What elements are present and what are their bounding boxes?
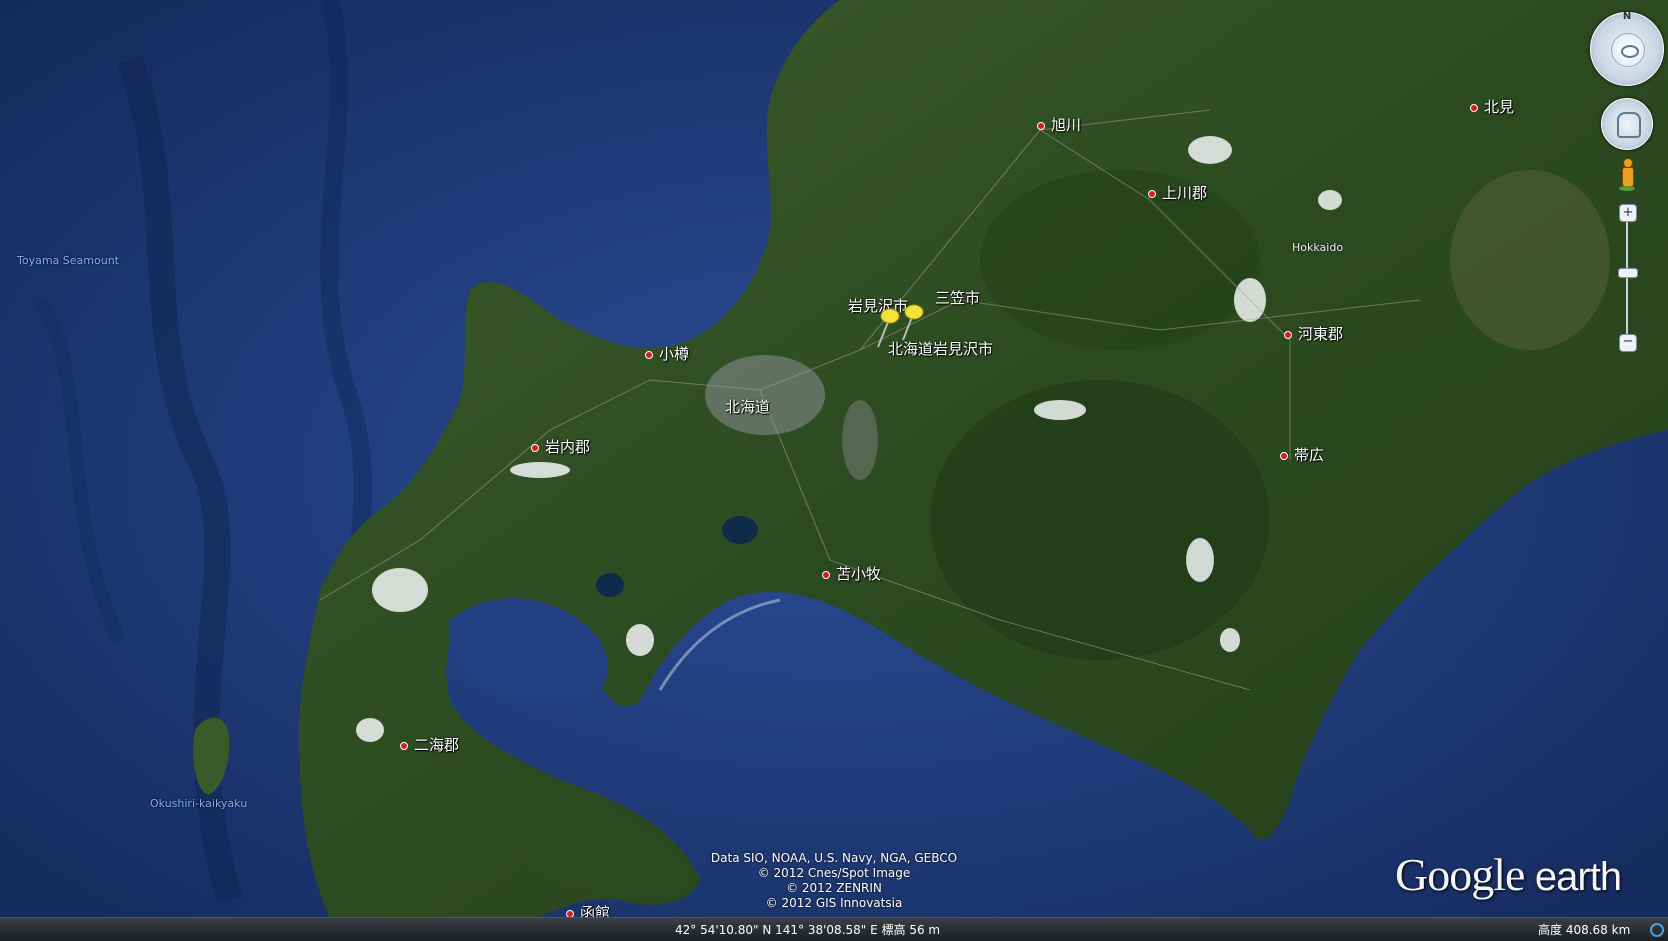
streaming-indicator-icon [1650,923,1664,937]
place-kamikawa[interactable]: 上川郡 [1148,182,1207,203]
place-dot-icon [1284,330,1292,339]
place-asahikawa[interactable]: 旭川 [1037,114,1081,135]
zoom-plus-icon[interactable]: + [1619,204,1637,222]
eye-altitude-readout: 高度 408.68 km [1538,923,1631,937]
place-otaru[interactable]: 小樽 [645,343,689,364]
zoom-handle[interactable] [1618,268,1638,278]
place-dot-icon [1470,103,1478,112]
place-dot-icon [822,570,830,579]
place-hokkaido-en[interactable]: Hokkaido [1292,241,1343,254]
zoom-minus-icon[interactable]: − [1619,334,1637,352]
map-view[interactable]: 旭川 北見 上川郡 三笠市 岩見沢市 北海道岩見沢市 小樽 北海道 岩内郡 苫小… [0,0,1668,941]
place-dot-icon [400,741,408,750]
place-dot-icon [1037,121,1045,130]
place-dot-icon [531,443,539,452]
move-joystick-icon[interactable] [1601,98,1653,150]
place-hokkaido-jp[interactable]: 北海道 [725,396,770,417]
pushpin-icon[interactable] [868,302,928,350]
place-dot-icon [1148,189,1156,198]
credit-line: © 2012 Cnes/Spot Image [757,866,911,880]
place-obihiro[interactable]: 帯広 [1280,444,1324,465]
eye-icon [1621,45,1639,58]
google-earth-logo: Google earth [1395,849,1622,900]
place-mikasa[interactable]: 三笠市 [935,287,980,308]
sea-label-okushiri[interactable]: Okushiri-kaikyaku [150,797,247,810]
street-view-pegman-icon[interactable] [1619,158,1635,192]
credit-line: Data SIO, NOAA, U.S. Navy, NGA, GEBCO [710,851,958,865]
hand-icon [1617,112,1641,138]
credit-line: © 2012 GIS Innovatsia [765,896,903,910]
place-dot-icon [1280,451,1288,460]
place-kitami[interactable]: 北見 [1470,96,1514,117]
sea-label-toyama[interactable]: Toyama Seamount [17,254,119,267]
coordinates-readout: 42° 54'10.80" N 141° 38'08.58" E 標高 56 m [675,923,941,937]
place-futami[interactable]: 二海郡 [400,734,459,755]
place-tomakomai[interactable]: 苫小牧 [822,563,881,584]
compass-north-label: N [1622,11,1632,22]
place-dot-icon [645,350,653,359]
credit-line: © 2012 ZENRIN [786,881,882,895]
place-iwanai[interactable]: 岩内郡 [531,436,590,457]
zoom-slider[interactable]: + − [1618,204,1638,352]
place-kato[interactable]: 河東郡 [1284,323,1343,344]
look-joystick-icon[interactable] [1611,33,1645,67]
imagery-credits: Data SIO, NOAA, U.S. Navy, NGA, GEBCO © … [640,851,1028,911]
compass-icon[interactable]: N [1590,11,1664,86]
satellite-imagery[interactable] [0,0,1668,941]
